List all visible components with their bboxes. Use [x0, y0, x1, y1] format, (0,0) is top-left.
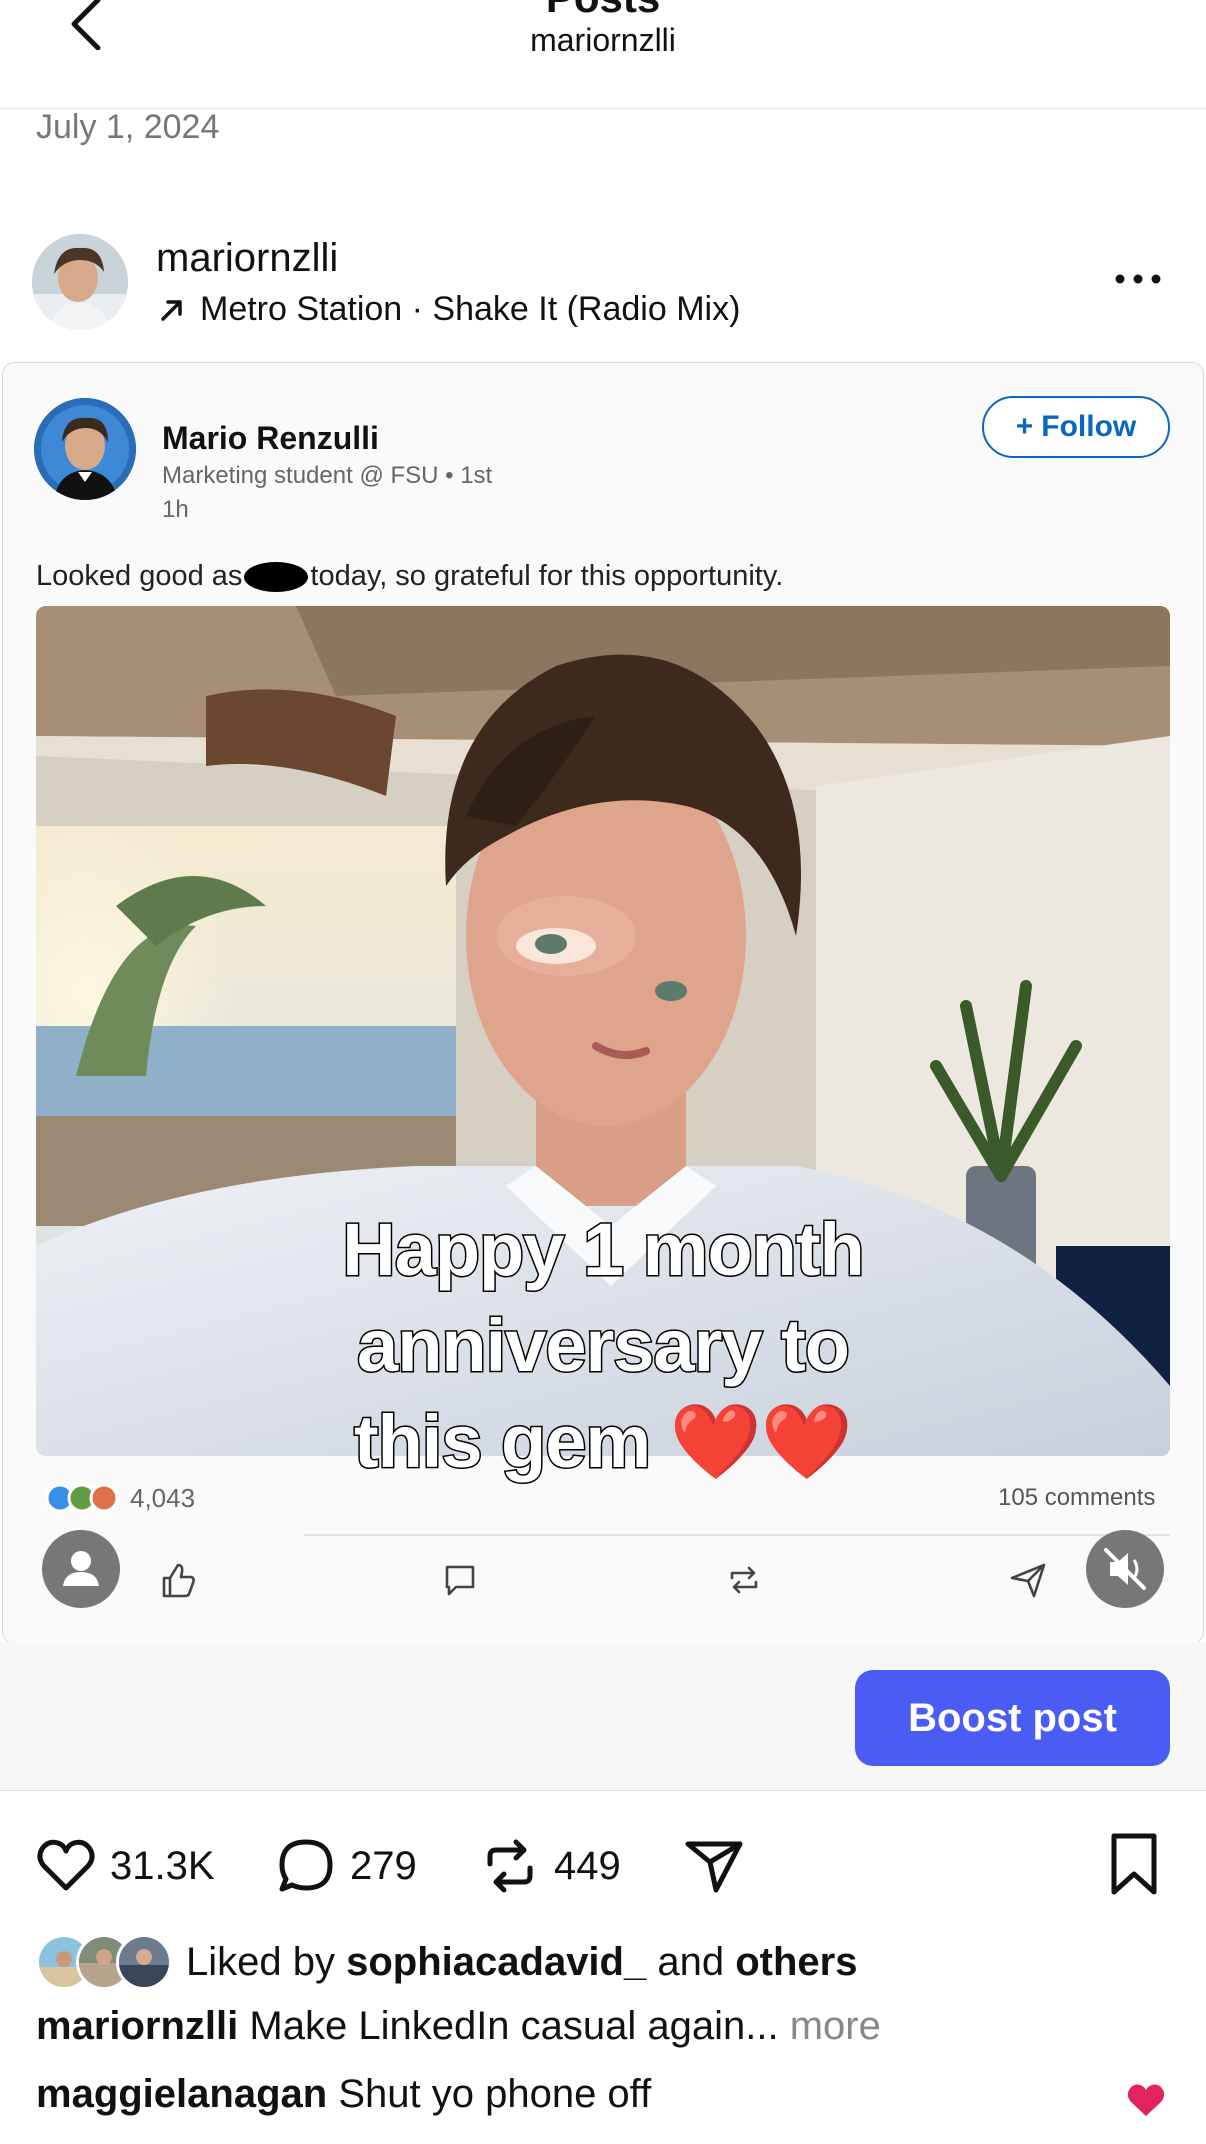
heart-icon[interactable] [34, 1834, 98, 1898]
comment-bubble-icon[interactable] [274, 1834, 338, 1898]
post-caption: mariornzlli Make LinkedIn casual again..… [36, 2004, 881, 2049]
hearts-emoji: ❤️❤️ [669, 1400, 853, 1483]
post-date: July 1, 2024 [36, 108, 220, 146]
bookmark-icon[interactable] [1104, 1832, 1164, 1896]
reaction-count: 4,043 [130, 1482, 196, 1513]
share-action[interactable] [682, 1834, 746, 1898]
redaction-scribble [244, 562, 309, 593]
comments-count: 105 comments [998, 1484, 1156, 1511]
page-title: Posts [0, 0, 1206, 22]
caption-more-link[interactable]: more [790, 2004, 881, 2048]
comment-icon [440, 1560, 480, 1600]
muted-speaker-icon [1086, 1530, 1164, 1608]
likes-count: 31.3K [110, 1843, 215, 1888]
share-send-icon[interactable] [682, 1834, 746, 1898]
commenter-username[interactable]: maggielanagan [36, 2072, 327, 2116]
author-avatar[interactable] [32, 234, 128, 330]
follow-button: + Follow [982, 396, 1170, 458]
arrow-up-right-icon [158, 296, 186, 324]
linkedin-headline: Marketing student @ FSU • 1st [162, 462, 493, 489]
top-comment: maggielanagan Shut yo phone off [36, 2072, 651, 2117]
like-thumb-icon [158, 1560, 198, 1600]
comment-text: Shut yo phone off [338, 2072, 652, 2116]
like-action[interactable]: 31.3K [34, 1834, 215, 1898]
liker-username[interactable]: sophiacadavid_ [346, 1940, 646, 1985]
author-username[interactable]: mariornzlli [156, 236, 338, 281]
linkedin-time: 1h [162, 496, 189, 523]
music-title: Metro Station · Shake It (Radio Mix) [200, 290, 741, 328]
repost-icon [724, 1560, 764, 1600]
profile-avatar-icon [42, 1530, 120, 1608]
caption-username[interactable]: mariornzlli [36, 2004, 238, 2048]
caption-text: Make LinkedIn casual again... [249, 2004, 779, 2048]
follow-label: Follow [1041, 410, 1137, 443]
reposts-count: 449 [554, 1843, 621, 1888]
page-subtitle: mariornzlli [530, 22, 676, 58]
linkedin-avatar [34, 398, 136, 500]
comment-action[interactable]: 279 [274, 1834, 417, 1898]
liked-by-others[interactable]: others [735, 1940, 857, 1985]
repost-action[interactable]: 449 [478, 1834, 621, 1898]
linkedin-post-text: Looked good as today, so grateful for thi… [36, 560, 784, 593]
liker-avatar [116, 1934, 172, 1990]
music-row[interactable]: Metro Station · Shake It (Radio Mix) [158, 290, 740, 329]
send-icon [1008, 1560, 1048, 1600]
repost-arrows-icon[interactable] [478, 1834, 542, 1898]
comments-count-main: 279 [350, 1843, 417, 1888]
liked-by-row[interactable]: Liked by sophiacadavid_ and others [36, 1934, 857, 1990]
linkedin-name: Mario Renzulli [162, 420, 379, 456]
creator-liked-heart-icon [1126, 2082, 1166, 2118]
plus-icon: + [1015, 410, 1034, 443]
photo-caption-overlay: Happy 1 month anniversary to this gem ❤️… [341, 1207, 866, 1485]
card-divider [304, 1534, 1170, 1536]
more-options-icon[interactable] [1112, 264, 1164, 294]
reaction-icons [44, 1482, 124, 1514]
boost-post-button[interactable]: Boost post [855, 1670, 1170, 1766]
reaction-summary: 4,043 [44, 1482, 195, 1514]
